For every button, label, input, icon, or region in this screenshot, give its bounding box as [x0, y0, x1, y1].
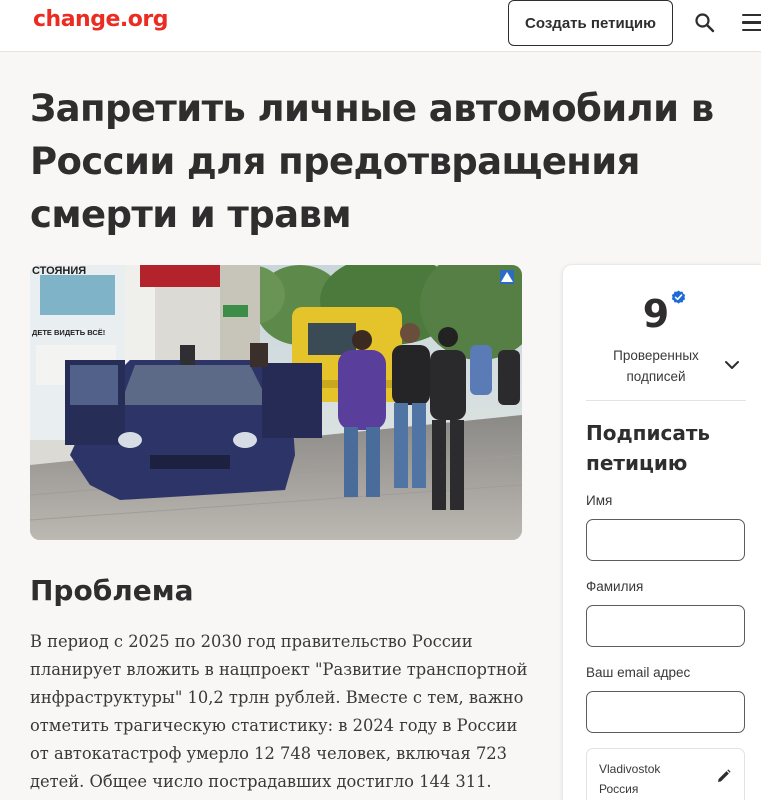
- problem-heading: Проблема: [30, 574, 194, 607]
- location-city: Vladivostok: [599, 762, 661, 776]
- sign-card-title: Подписать петицию: [586, 421, 711, 475]
- last-name-label: Фамилия: [586, 579, 644, 594]
- email-label: Ваш email адрес: [586, 665, 691, 680]
- search-icon[interactable]: [694, 12, 716, 34]
- first-name-input[interactable]: [586, 519, 745, 561]
- create-petition-button[interactable]: Создать петицию: [508, 0, 673, 46]
- petition-title: Запретить личные автомобили в России для…: [30, 87, 714, 236]
- change-org-logo[interactable]: change.org: [33, 7, 168, 32]
- petition-photo: СТОЯНИЯ ДЕТЕ ВИДЕТЬ ВСЁ!: [30, 265, 522, 540]
- menu-icon[interactable]: [742, 14, 761, 32]
- first-name-label: Имя: [586, 493, 613, 508]
- signature-count: 9: [642, 292, 670, 336]
- email-input[interactable]: [586, 691, 745, 733]
- pencil-icon[interactable]: [716, 769, 731, 784]
- store-sign-text: СТОЯНИЯ: [32, 265, 86, 277]
- last-name-input[interactable]: [586, 605, 745, 647]
- store-slogan-text: ДЕТЕ ВИДЕТЬ ВСЁ!: [32, 328, 105, 337]
- verified-signatures-label: Проверенных подписей: [613, 348, 699, 384]
- verified-icon: [671, 290, 686, 305]
- site-header: change.org Создать петицию: [0, 0, 761, 52]
- location-country: Россия: [599, 782, 639, 796]
- card-divider: [586, 400, 746, 401]
- problem-text: В период с 2025 по 2030 год правительств…: [30, 632, 528, 791]
- chevron-down-icon[interactable]: [724, 358, 740, 370]
